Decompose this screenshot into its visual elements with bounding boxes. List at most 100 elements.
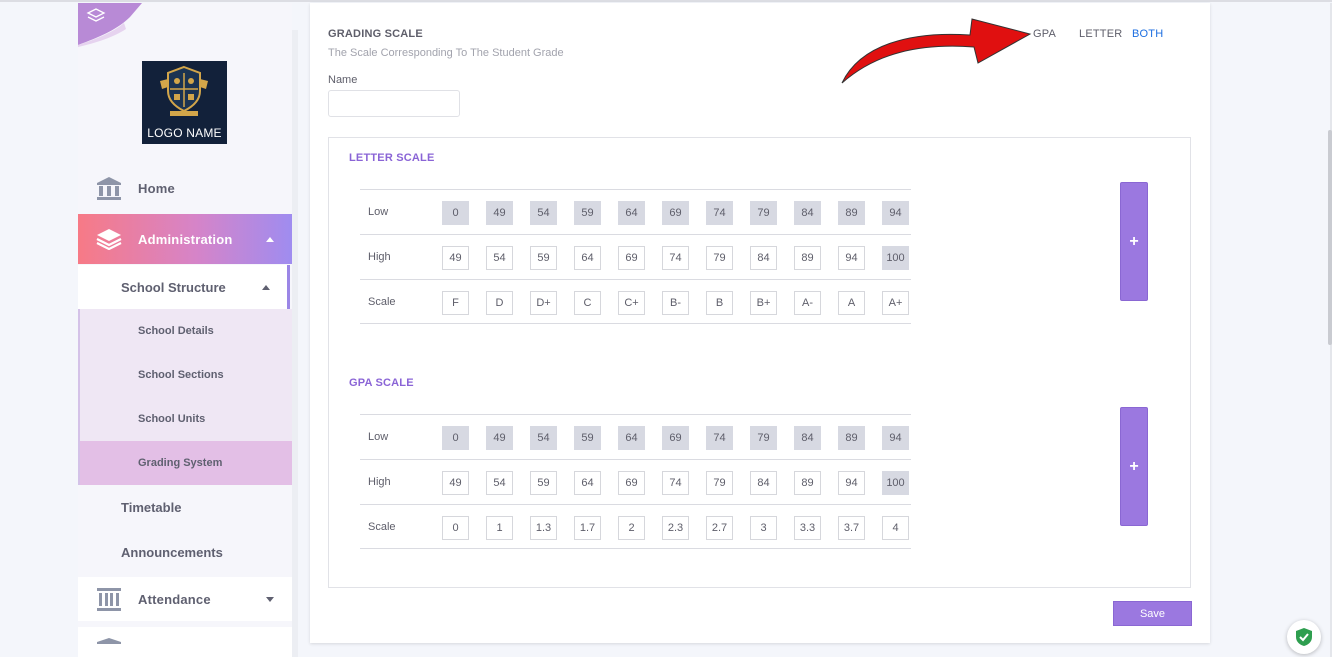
letter-scale-scale-cell[interactable]: A — [838, 291, 865, 315]
gpa-scale-scale-cell[interactable]: 3.7 — [838, 516, 865, 540]
letter-scale-high-cell[interactable]: 59 — [530, 246, 557, 270]
letter-scale-scale-cell[interactable]: A- — [794, 291, 821, 315]
gpa-scale-high-cell[interactable]: 59 — [530, 471, 557, 495]
gpa-scale-scale-cell[interactable]: 1.7 — [574, 516, 601, 540]
letter-scale-scale-cell[interactable]: B — [706, 291, 733, 315]
sidebar-item-timetable[interactable]: Timetable — [78, 485, 292, 529]
gpa-scale-low-cell: 89 — [838, 426, 865, 450]
gpa-scale-low-cell: 79 — [750, 426, 777, 450]
gpa-scale-scale-cell[interactable]: 4 — [882, 516, 909, 540]
gpa-scale-low-cell: 64 — [618, 426, 645, 450]
security-badge[interactable] — [1287, 620, 1321, 654]
grading-scale-card: GRADING SCALE The Scale Corresponding To… — [310, 3, 1210, 643]
sidebar: LOGO NAME Home Administration School Str… — [78, 3, 292, 657]
gpa-scale-scale-cell[interactable]: 3.3 — [794, 516, 821, 540]
sidebar-item-school-details[interactable]: School Details — [78, 309, 292, 353]
sidebar-item-school-structure[interactable]: School Structure — [78, 265, 290, 309]
gpa-scale-scale-cell[interactable]: 3 — [750, 516, 777, 540]
letter-scale-scale-cell[interactable]: B+ — [750, 291, 777, 315]
letter-scale-low-cell: 0 — [442, 201, 469, 225]
gpa-scale-low-cell: 0 — [442, 426, 469, 450]
sidebar-item-label: Grading System — [138, 457, 223, 469]
gpa-scale-high-cell[interactable]: 89 — [794, 471, 821, 495]
row-label: High — [368, 251, 391, 263]
sidebar-item-label: Administration — [138, 231, 233, 247]
row-label: Low — [368, 431, 389, 443]
scales-container: LETTER SCALE Low 0 49 54 59 64 69 74 79 84 89 94 H… — [328, 137, 1191, 588]
gpa-scale-scale-cell[interactable]: 2 — [618, 516, 645, 540]
sidebar-item-attendance[interactable]: Attendance — [78, 577, 292, 621]
add-letter-scale-button[interactable]: + — [1120, 182, 1148, 301]
sidebar-item-school-units[interactable]: School Units — [78, 397, 292, 441]
gpa-scale-scale-cell[interactable]: 0 — [442, 516, 469, 540]
table-row: Low 0 49 54 59 64 69 74 79 84 89 94 — [360, 414, 911, 459]
bank-icon — [96, 176, 122, 200]
gpa-scale-high-cell[interactable]: 74 — [662, 471, 689, 495]
name-input[interactable] — [328, 90, 460, 117]
red-arrow-icon — [841, 18, 1032, 84]
gpa-scale-high-cell[interactable]: 49 — [442, 471, 469, 495]
page-scrollbar[interactable] — [1328, 130, 1332, 345]
gpa-scale-low-cell: 49 — [486, 426, 513, 450]
page-subtitle: The Scale Corresponding To The Student G… — [328, 47, 564, 59]
table-row: Scale 0 1 1.3 1.7 2 2.3 2.7 3 3.3 3.7 4 — [360, 504, 911, 549]
letter-scale-scale-cell[interactable]: C — [574, 291, 601, 315]
letter-scale-high-cell[interactable]: 79 — [706, 246, 733, 270]
letter-scale-high-cell[interactable]: 69 — [618, 246, 645, 270]
plus-icon: + — [1129, 457, 1139, 475]
gpa-scale-high-cell[interactable]: 84 — [750, 471, 777, 495]
sidebar-item-administration[interactable]: Administration — [78, 214, 292, 264]
table-row: Low 0 49 54 59 64 69 74 79 84 89 94 — [360, 189, 911, 234]
chevron-up-icon — [262, 284, 270, 290]
sidebar-item-grading-system[interactable]: Grading System — [78, 441, 292, 485]
save-button[interactable]: Save — [1113, 601, 1192, 626]
page-title: GRADING SCALE — [328, 28, 423, 40]
sidebar-item-school-sections[interactable]: School Sections — [78, 353, 292, 397]
gpa-scale-high-cell[interactable]: 79 — [706, 471, 733, 495]
add-gpa-scale-button[interactable]: + — [1120, 407, 1148, 526]
letter-scale-low-cell: 84 — [794, 201, 821, 225]
gpa-scale-scale-cell[interactable]: 1 — [486, 516, 513, 540]
table-row: High 49 54 59 64 69 74 79 84 89 94 100 — [360, 234, 911, 279]
letter-scale-high-cell[interactable]: 84 — [750, 246, 777, 270]
gpa-scale-high-cell[interactable]: 64 — [574, 471, 601, 495]
gpa-scale-scale-cell[interactable]: 2.7 — [706, 516, 733, 540]
letter-scale-scale-cell[interactable]: C+ — [618, 291, 645, 315]
letter-scale-high-cell[interactable]: 74 — [662, 246, 689, 270]
option-gpa[interactable]: GPA — [1033, 28, 1056, 40]
sidebar-item-partial[interactable] — [78, 627, 292, 657]
letter-scale-scale-cell[interactable]: B- — [662, 291, 689, 315]
letter-scale-low-cell: 69 — [662, 201, 689, 225]
letter-scale-scale-cell[interactable]: A+ — [882, 291, 909, 315]
sidebar-item-home[interactable]: Home — [78, 166, 292, 210]
letter-scale-scale-cell[interactable]: D+ — [530, 291, 557, 315]
sidebar-item-label: School Structure — [121, 279, 226, 295]
letter-scale-high-cell[interactable]: 54 — [486, 246, 513, 270]
row-label: Low — [368, 206, 389, 218]
letter-scale-low-cell: 74 — [706, 201, 733, 225]
sidebar-item-announcements[interactable]: Announcements — [78, 530, 292, 574]
columns-icon — [96, 587, 122, 611]
sidebar-item-label: Home — [138, 180, 175, 196]
letter-scale-low-cell: 64 — [618, 201, 645, 225]
gpa-scale-high-cell[interactable]: 94 — [838, 471, 865, 495]
letter-scale-scale-cell[interactable]: D — [486, 291, 513, 315]
letter-scale-low-cell: 59 — [574, 201, 601, 225]
letter-scale-high-cell[interactable]: 64 — [574, 246, 601, 270]
sidebar-item-label: Timetable — [121, 499, 182, 515]
gpa-scale-high-cell[interactable]: 69 — [618, 471, 645, 495]
option-letter[interactable]: LETTER — [1079, 28, 1122, 40]
letter-scale-low-cell: 94 — [882, 201, 909, 225]
letter-scale-high-cell[interactable]: 89 — [794, 246, 821, 270]
letter-scale-high-cell[interactable]: 94 — [838, 246, 865, 270]
gpa-scale-table: Low 0 49 54 59 64 69 74 79 84 89 94 High 49 54 59 64 6… — [360, 414, 911, 549]
gpa-scale-scale-cell[interactable]: 2.3 — [662, 516, 689, 540]
option-both[interactable]: BOTH — [1132, 28, 1163, 40]
sidebar-item-label: Attendance — [138, 591, 211, 607]
letter-scale-scale-cell[interactable]: F — [442, 291, 469, 315]
sidebar-scrollbar[interactable] — [292, 30, 298, 657]
sidebar-item-label: Announcements — [121, 544, 223, 560]
letter-scale-high-cell[interactable]: 49 — [442, 246, 469, 270]
gpa-scale-high-cell[interactable]: 54 — [486, 471, 513, 495]
gpa-scale-scale-cell[interactable]: 1.3 — [530, 516, 557, 540]
